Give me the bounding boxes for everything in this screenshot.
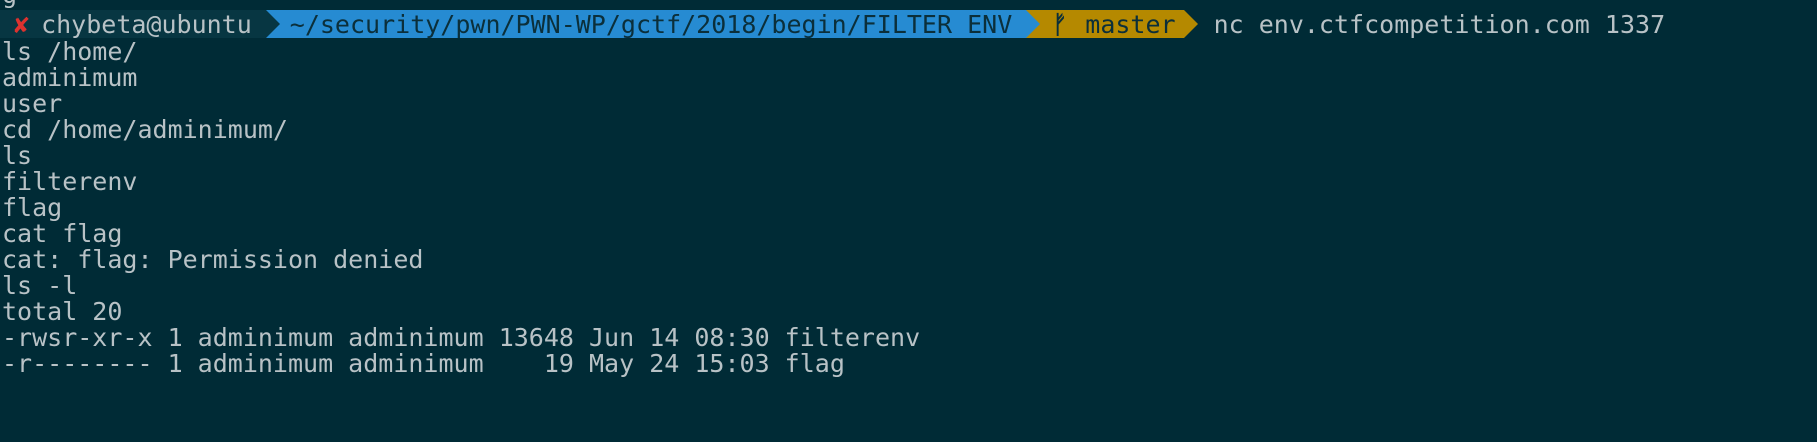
entered-command: nc env.ctfcompetition.com 1337 xyxy=(1213,9,1666,39)
git-branch-name: master xyxy=(1085,9,1176,39)
terminal-line: -r-------- 1 adminimum adminimum 19 May … xyxy=(2,349,845,378)
terminal-window[interactable]: g ✘ chybeta@ubuntu ~/security/pwn/PWN-WP… xyxy=(0,0,1817,442)
git-branch-icon: ᚠ xyxy=(1052,9,1068,39)
prompt-directory-segment: ~/security/pwn/PWN-WP/gctf/2018/begin/FI… xyxy=(279,9,1027,39)
error-cross-icon: ✘ xyxy=(14,9,30,39)
powerline-separator-icon xyxy=(1183,10,1198,38)
terminal-line: cd /home/adminimum/ xyxy=(2,115,288,144)
user-host: chybeta@ubuntu xyxy=(41,9,252,39)
powerline-separator-icon xyxy=(265,10,280,38)
powerline-separator-icon xyxy=(1026,10,1041,38)
previous-output-fragment: g xyxy=(2,0,17,7)
current-directory: ~/security/pwn/PWN-WP/gctf/2018/begin/FI… xyxy=(289,9,1013,39)
prompt-git-segment: ᚠ master xyxy=(1040,9,1184,39)
shell-prompt: ✘ chybeta@ubuntu ~/security/pwn/PWN-WP/g… xyxy=(0,9,1666,39)
prompt-status-segment: ✘ chybeta@ubuntu xyxy=(0,9,266,39)
